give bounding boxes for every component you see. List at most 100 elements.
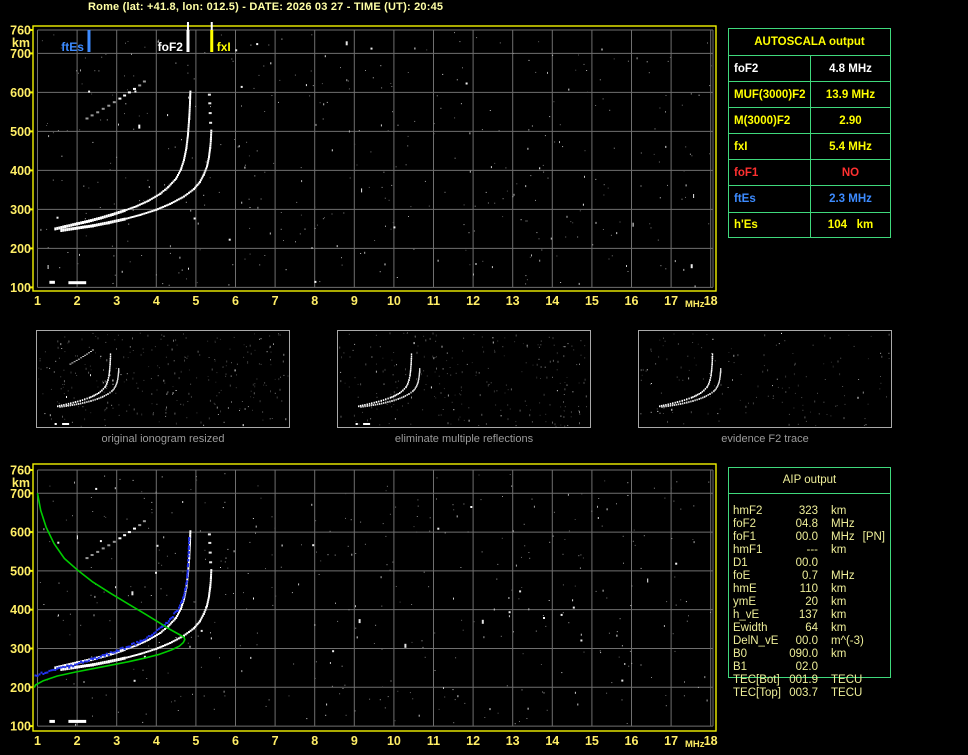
param-name: hmF1	[733, 543, 763, 556]
table-row: DelN_vE 00.0 m^(-3)	[728, 634, 891, 647]
param-unit: MHz	[831, 530, 855, 543]
svg-text:7: 7	[272, 734, 279, 748]
bottom-ionogram-plot: 100200300400500600700760km1 2 3 4 5 6 7 8 9 10 11 1…	[10, 463, 718, 750]
thumbnail-caption: original ionogram resized	[101, 433, 225, 445]
svg-text:14: 14	[545, 734, 559, 748]
svg-text:11: 11	[427, 294, 440, 308]
param-unit: km	[831, 543, 847, 556]
svg-text:9: 9	[351, 734, 358, 748]
svg-text:300: 300	[10, 203, 31, 217]
svg-text:foF2: foF2	[158, 40, 184, 54]
table-row: foE 0.7 MHz	[728, 569, 891, 582]
param-value: 104 km	[810, 212, 890, 238]
table-row: hmF1 --- km	[728, 543, 891, 556]
svg-text:1: 1	[34, 734, 41, 748]
table-row: Ewidth 64 km	[728, 621, 891, 634]
table-row: M(3000)F2 2.90	[729, 107, 890, 134]
param-name: DelN_vE	[733, 634, 779, 647]
svg-text:8: 8	[311, 734, 318, 748]
param-note: [PN]	[862, 530, 886, 543]
table-row: foF1 NO	[729, 159, 890, 186]
param-name: B1	[733, 660, 748, 673]
param-value: 2.3 MHz	[810, 186, 890, 212]
param-name: foE	[733, 569, 751, 582]
table-row: h_vE 137 km	[728, 608, 891, 621]
svg-text:13: 13	[506, 294, 520, 308]
svg-text:6: 6	[232, 734, 239, 748]
svg-text:2: 2	[74, 734, 81, 748]
autoscala-table: AUTOSCALA output foF2 4.8 MHz MUF(3000)F…	[728, 28, 891, 238]
param-value: 003.7	[789, 686, 818, 699]
svg-text:10: 10	[387, 734, 401, 748]
svg-text:14: 14	[545, 294, 559, 308]
thumbnail-caption: eliminate multiple reflections	[394, 433, 534, 445]
table-row: TEC[Bot] 001.9 TECU	[728, 673, 891, 686]
aip-table: AIP output hmF2 323 km foF2 04.8 MHz foF…	[728, 467, 891, 705]
svg-text:400: 400	[10, 603, 31, 617]
table-row: B0 090.0 km	[728, 647, 891, 660]
param-unit: km	[831, 504, 847, 517]
param-unit: MHz	[831, 517, 855, 530]
svg-text:600: 600	[10, 526, 31, 540]
param-value: 323	[798, 504, 818, 517]
param-name: ymE	[733, 595, 756, 608]
top-ionogram-plot: 100200300400500600700760km1 2 3 4 5 6 7 8 9 10 11 1…	[10, 22, 718, 310]
param-name: hmE	[733, 582, 757, 595]
table-row: ymE 20 km	[728, 595, 891, 608]
table-row: hmE 110 km	[728, 582, 891, 595]
table-row: foF2 04.8 MHz	[728, 517, 891, 530]
param-value: 0.7	[802, 569, 818, 582]
svg-text:MHz: MHz	[685, 739, 705, 750]
param-name: TEC[Bot]	[733, 673, 780, 686]
table-row: D1 00.0	[728, 556, 891, 569]
table-row: foF2 4.8 MHz	[729, 55, 890, 82]
param-unit: km	[831, 608, 847, 621]
aip-rows: hmF2 323 km foF2 04.8 MHz foF1 00.0 MHz …	[728, 504, 891, 699]
svg-text:1: 1	[34, 294, 41, 308]
param-name: Ewidth	[733, 621, 768, 634]
svg-text:18: 18	[704, 294, 718, 308]
svg-text:300: 300	[10, 642, 31, 656]
table-row: MUF(3000)F2 13.9 MHz	[729, 81, 890, 108]
table-row: hmF2 323 km	[728, 504, 891, 517]
svg-text:3: 3	[113, 734, 120, 748]
autoscala-screen: Rome (lat: +41.8, lon: 012.5) - DATE: 20…	[0, 0, 968, 755]
table-row: TEC[Top] 003.7 TECU	[728, 686, 891, 699]
param-value: 00.0	[795, 634, 818, 647]
svg-text:6: 6	[232, 294, 239, 308]
param-unit: TECU	[831, 686, 863, 699]
param-value: 110	[799, 582, 818, 595]
param-name: h_vE	[733, 608, 760, 621]
param-value: 137	[798, 608, 818, 621]
svg-text:4: 4	[153, 294, 160, 308]
svg-text:15: 15	[585, 294, 599, 308]
table-row: foF1 00.0 MHz [PN]	[728, 530, 891, 543]
thumbnail-original	[36, 330, 290, 428]
param-value: 02.0	[795, 660, 818, 673]
svg-text:km: km	[12, 476, 30, 490]
svg-text:17: 17	[664, 734, 678, 748]
param-value: 04.8	[795, 517, 818, 530]
svg-text:4: 4	[153, 734, 160, 748]
param-name: foF2	[733, 517, 757, 530]
param-value: ---	[806, 543, 819, 556]
svg-text:3: 3	[113, 294, 120, 308]
svg-text:200: 200	[10, 681, 31, 695]
svg-text:200: 200	[10, 242, 31, 256]
svg-text:km: km	[12, 36, 30, 50]
param-value: 090.0	[789, 647, 818, 660]
aip-table-header: AIP output	[728, 467, 891, 494]
thumbnail-f2-trace	[638, 330, 892, 428]
svg-text:15: 15	[585, 734, 599, 748]
param-label: MUF(3000)F2	[734, 88, 806, 101]
svg-text:8: 8	[311, 294, 318, 308]
param-value: 4.8 MHz	[810, 56, 890, 82]
autoscala-table-header: AUTOSCALA output	[754, 36, 865, 48]
param-value: 00.0	[795, 530, 818, 543]
param-unit: km	[831, 647, 847, 660]
param-unit: MHz	[831, 569, 855, 582]
param-value: 5.4 MHz	[810, 134, 890, 160]
table-row: h'Es 104 km	[729, 211, 890, 238]
param-label: foF2	[734, 62, 759, 75]
svg-text:12: 12	[466, 734, 480, 748]
